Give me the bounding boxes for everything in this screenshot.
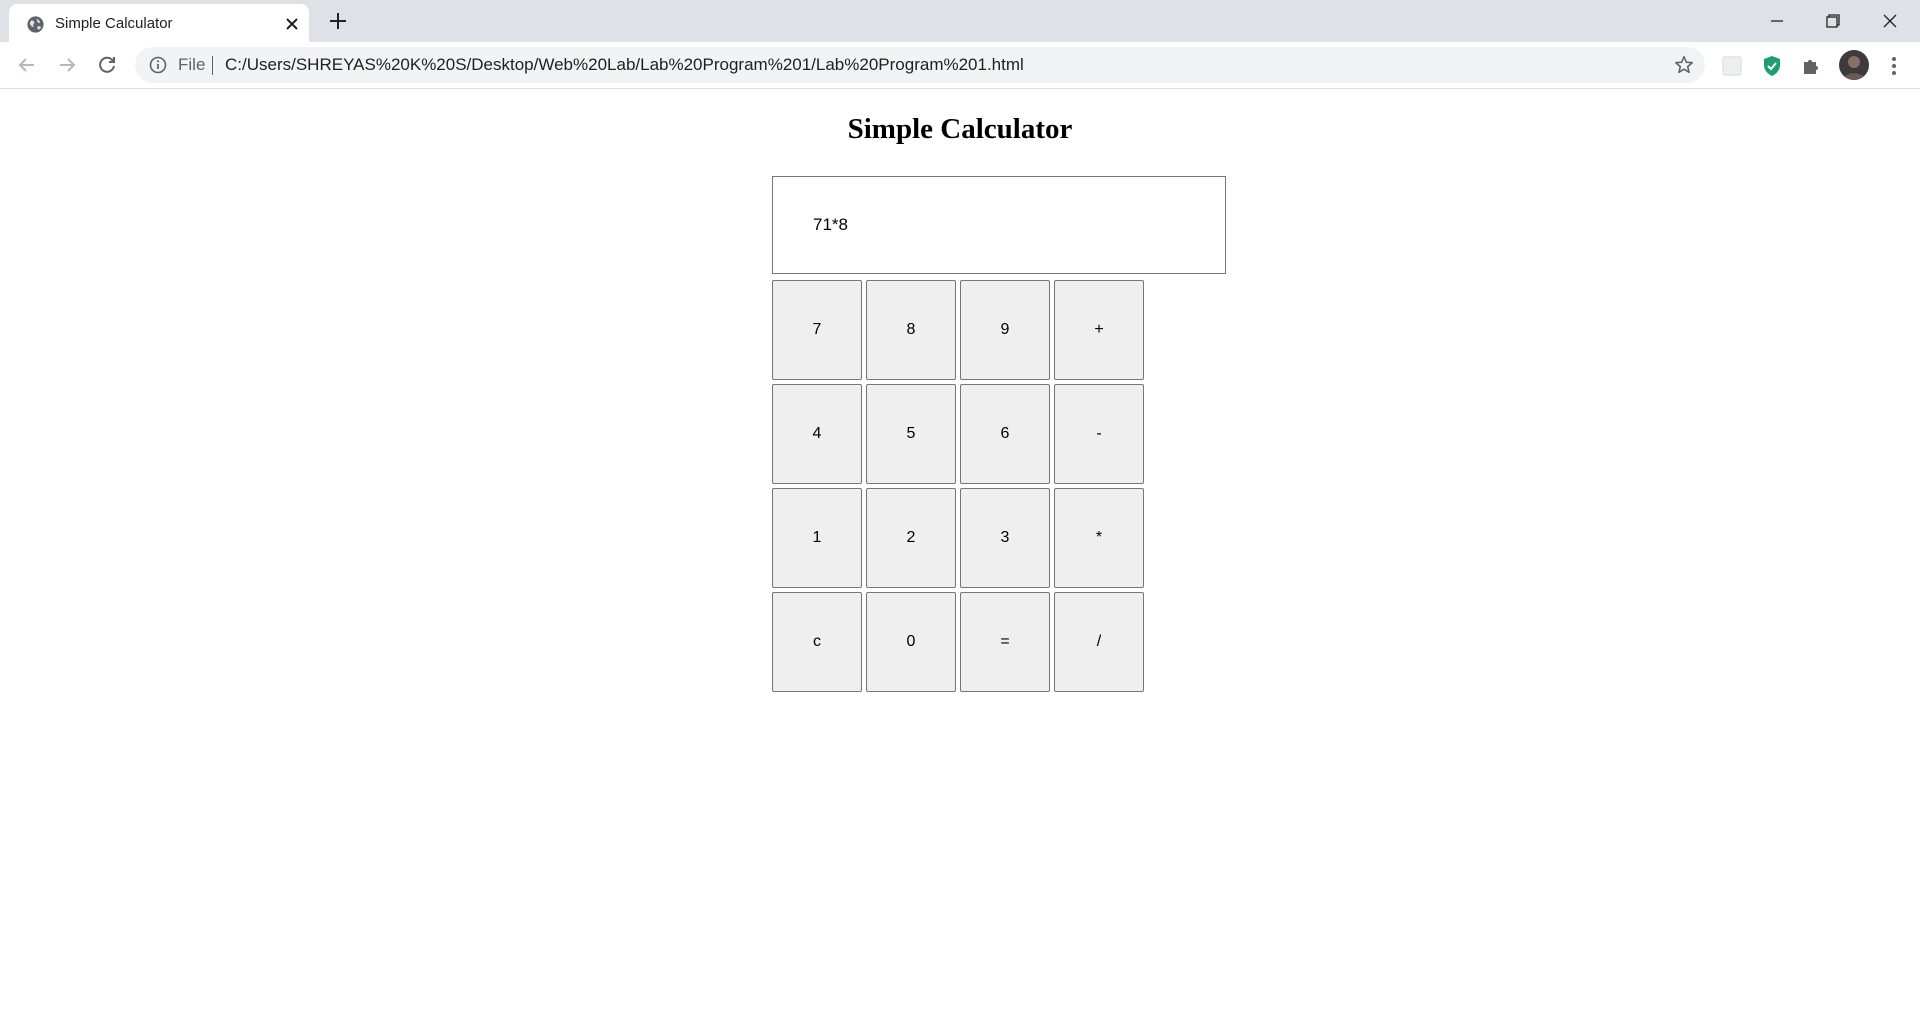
browser-toolbar: File C:/Users/SHREYAS%20K%20S/Desktop/We…	[0, 42, 1920, 89]
calculator-keypad: 7 8 9 + 4 5 6 - 1 2 3 * c 0 = /	[772, 280, 1146, 692]
key-5[interactable]: 5	[866, 384, 956, 484]
display-value: 71*8	[813, 215, 848, 234]
globe-icon	[27, 16, 44, 33]
key-3[interactable]: 3	[960, 488, 1050, 588]
calculator-display[interactable]: 71*8	[772, 176, 1226, 274]
close-window-icon[interactable]	[1877, 8, 1903, 34]
key-0[interactable]: 0	[866, 592, 956, 692]
url-text[interactable]: C:/Users/SHREYAS%20K%20S/Desktop/Web%20L…	[225, 55, 1024, 75]
info-icon[interactable]	[149, 56, 167, 74]
menu-kebab-icon[interactable]	[1882, 54, 1906, 78]
restore-icon[interactable]	[1820, 8, 1846, 34]
address-bar[interactable]: File C:/Users/SHREYAS%20K%20S/Desktop/We…	[135, 47, 1705, 83]
close-tab-icon[interactable]	[283, 15, 301, 33]
key-1[interactable]: 1	[772, 488, 862, 588]
profile-avatar[interactable]	[1839, 50, 1869, 80]
key-7[interactable]: 7	[772, 280, 862, 380]
key-9[interactable]: 9	[960, 280, 1050, 380]
new-tab-icon[interactable]	[326, 9, 350, 33]
minimize-icon[interactable]	[1764, 8, 1790, 34]
tab-title: Simple Calculator	[55, 15, 173, 32]
extension-placeholder-icon[interactable]	[1720, 54, 1744, 78]
key-equals[interactable]: =	[960, 592, 1050, 692]
scheme-label: File	[178, 55, 206, 74]
key-8[interactable]: 8	[866, 280, 956, 380]
back-icon[interactable]	[15, 53, 39, 77]
key-divide[interactable]: /	[1054, 592, 1144, 692]
key-2[interactable]: 2	[866, 488, 956, 588]
profile-avatar-icon	[1843, 56, 1865, 80]
extensions-puzzle-icon[interactable]	[1800, 54, 1824, 78]
key-4[interactable]: 4	[772, 384, 862, 484]
reload-icon[interactable]	[95, 53, 119, 77]
tab-strip: Simple Calculator	[0, 0, 1920, 42]
page-title: Simple Calculator	[847, 113, 1073, 145]
shield-extension-icon[interactable]	[1760, 54, 1784, 78]
key-6[interactable]: 6	[960, 384, 1050, 484]
key-multiply[interactable]: *	[1054, 488, 1144, 588]
key-minus[interactable]: -	[1054, 384, 1144, 484]
key-clear[interactable]: c	[772, 592, 862, 692]
bookmark-star-icon[interactable]	[1673, 54, 1695, 76]
omnibox-separator	[212, 56, 213, 75]
forward-icon[interactable]	[55, 53, 79, 77]
browser-tab[interactable]: Simple Calculator	[9, 4, 309, 42]
key-plus[interactable]: +	[1054, 280, 1144, 380]
